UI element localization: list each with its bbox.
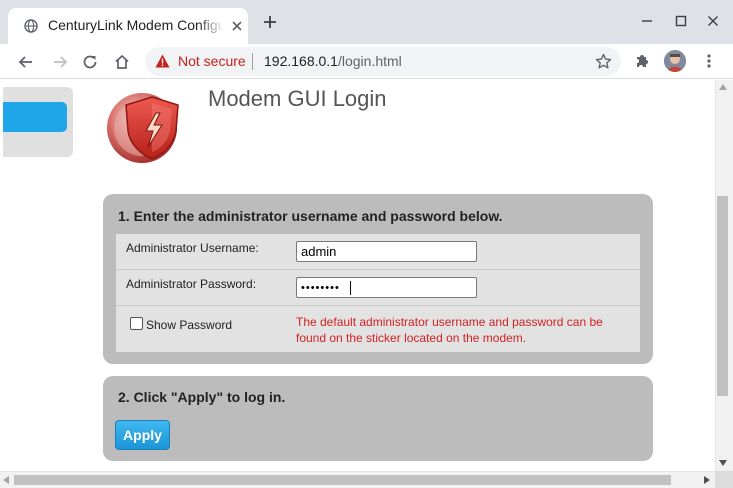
plus-icon[interactable] [262,14,278,30]
url-path: /login.html [337,53,402,69]
warning-icon[interactable] [155,54,170,68]
username-input[interactable] [296,241,477,262]
scroll-up-arrow-icon[interactable] [719,84,727,90]
close-icon[interactable] [230,19,244,33]
apply-button[interactable]: Apply [115,420,170,450]
omnibox-divider [252,53,253,70]
address-bar[interactable]: Not secure 192.168.0.1/login.html [145,47,621,76]
horizontal-scrollbar[interactable] [0,471,715,488]
password-label: Administrator Password: [126,277,257,291]
username-label: Administrator Username: [126,241,259,255]
sidebar-nav-button[interactable] [3,102,67,132]
star-icon[interactable] [595,53,612,70]
url-text[interactable]: 192.168.0.1/login.html [264,53,402,69]
scroll-right-arrow-icon[interactable] [704,476,710,484]
step1-heading: 1. Enter the administrator username and … [118,208,503,224]
browser-toolbar: Not secure 192.168.0.1/login.html [0,44,733,79]
security-status[interactable]: Not secure [178,53,246,69]
vertical-scroll-thumb[interactable] [717,196,728,396]
home-icon[interactable] [113,53,131,71]
login-form: Administrator Username: Administrator Pa… [116,234,640,352]
tab-title: CenturyLink Modem Configuration [48,17,224,33]
password-input[interactable] [296,277,477,298]
password-row: Administrator Password: [116,270,640,306]
minimize-icon[interactable] [638,12,656,30]
page-content: Modem GUI Login 1. Enter the administrat… [0,80,715,471]
username-row: Administrator Username: [116,234,640,270]
globe-icon [24,19,38,33]
show-password-checkbox[interactable] [130,317,143,330]
page-title: Modem GUI Login [208,86,387,111]
kebab-menu-icon[interactable] [700,52,718,70]
browser-tab[interactable]: CenturyLink Modem Configuration [8,8,248,44]
scrollbar-corner [715,471,733,488]
step2-heading: 2. Click "Apply" to log in. [118,389,286,405]
text-caret [350,281,351,295]
avatar-face-icon [664,50,686,72]
vertical-scrollbar[interactable] [715,80,733,471]
reload-icon[interactable] [81,53,99,71]
browser-titlebar: CenturyLink Modem Configuration [0,0,733,44]
horizontal-scroll-thumb[interactable] [14,475,671,485]
show-password-row: Show Password The default administrator … [116,306,640,352]
scroll-left-arrow-icon[interactable] [3,476,9,484]
url-host: 192.168.0.1 [264,53,338,69]
back-arrow-icon[interactable] [17,53,35,71]
show-password-label[interactable]: Show Password [146,318,232,332]
default-credentials-hint: The default administrator username and p… [296,315,603,345]
credentials-panel: 1. Enter the administrator username and … [103,194,653,364]
window-close-icon[interactable] [704,12,722,30]
shield-logo-icon [107,93,179,163]
forward-arrow-icon[interactable] [51,53,69,71]
maximize-icon[interactable] [672,12,690,30]
scroll-down-arrow-icon[interactable] [719,460,727,466]
profile-avatar[interactable] [664,50,686,72]
puzzle-icon[interactable] [633,52,651,70]
apply-panel: 2. Click "Apply" to log in. Apply [103,376,653,461]
